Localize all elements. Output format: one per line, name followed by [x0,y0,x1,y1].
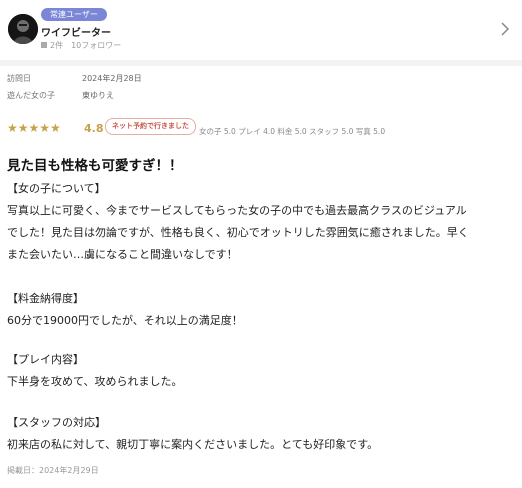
review-line: 60分で19000円でしたが、それ以上の満足度！ [7,314,243,327]
avatar[interactable] [8,14,38,44]
review-line: 【プレイ内容】 [7,353,84,366]
girl-row: 遊んだ女の子 東ゆりえ [7,90,114,101]
review-count-icon [41,42,47,48]
reviewer-stats-text: 2件 10フォロワー [50,41,122,50]
reviewer-header[interactable]: 常連ユーザー ワイフビーター 2件 10フォロワー [0,0,522,58]
chevron-right-icon[interactable] [498,20,512,38]
review-line: 【スタッフの対応】 [7,416,106,429]
review-line: 写真以上に可愛く、今までサービスしてもらった女の子の中でも過去最高クラスのビジュ… [7,204,467,217]
regular-user-badge: 常連ユーザー [41,8,107,21]
visit-date-value: 2024年2月28日 [82,74,142,83]
reviewer-stats: 2件 10フォロワー [41,40,121,51]
visit-date-label: 訪問日 [7,74,31,83]
posted-date: 掲載日：2024年2月29日 [7,466,99,475]
rating-row: ★★★★★ 4.8 ネット予約で行きました 女の子 5.0 プレイ 4.0 料金… [7,118,517,140]
review-line: でした！見た目は勿論ですが、性格も良く、初心でオットリした雰囲気に癒されました。… [7,226,469,239]
girl-name-link[interactable]: 東ゆりえ [82,90,114,101]
rating-stars: ★★★★★ [7,121,61,135]
review-line: また会いたい…虜になること間違いなしです！ [7,248,238,261]
username[interactable]: ワイフビーター [41,24,111,39]
section-divider [0,60,522,66]
visit-date-row: 訪問日 2024年2月28日 [7,73,142,84]
review-title: 見た目も性格も可愛すぎ！！ [7,158,183,174]
review-line: 【料金納得度】 [7,292,84,305]
net-reservation-badge: ネット予約で行きました [105,118,196,135]
review-line: 【女の子について】 [7,182,106,195]
girl-label: 遊んだ女の子 [7,91,55,100]
rating-score: 4.8 [84,122,104,135]
review-line: 初来店の私に対して、親切丁寧に案内くださいました。とても好印象です。 [7,438,379,451]
review-line: 下半身を攻めて、攻められました。 [7,375,183,388]
sub-scores: 女の子 5.0 プレイ 4.0 料金 5.0 スタッフ 5.0 写真 5.0 [199,127,386,136]
